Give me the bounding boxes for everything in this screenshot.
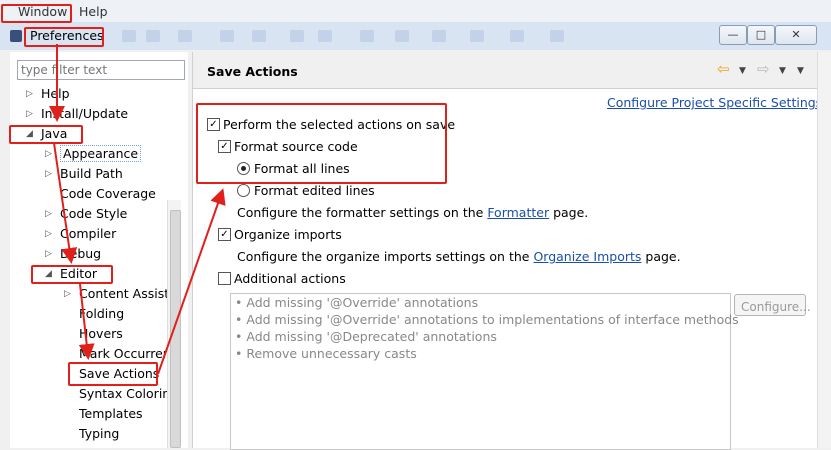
annotation-arrow <box>78 283 95 360</box>
annotation-arrows <box>49 44 226 375</box>
annotation-arrow <box>53 142 78 264</box>
annotation-arrow <box>157 188 226 375</box>
